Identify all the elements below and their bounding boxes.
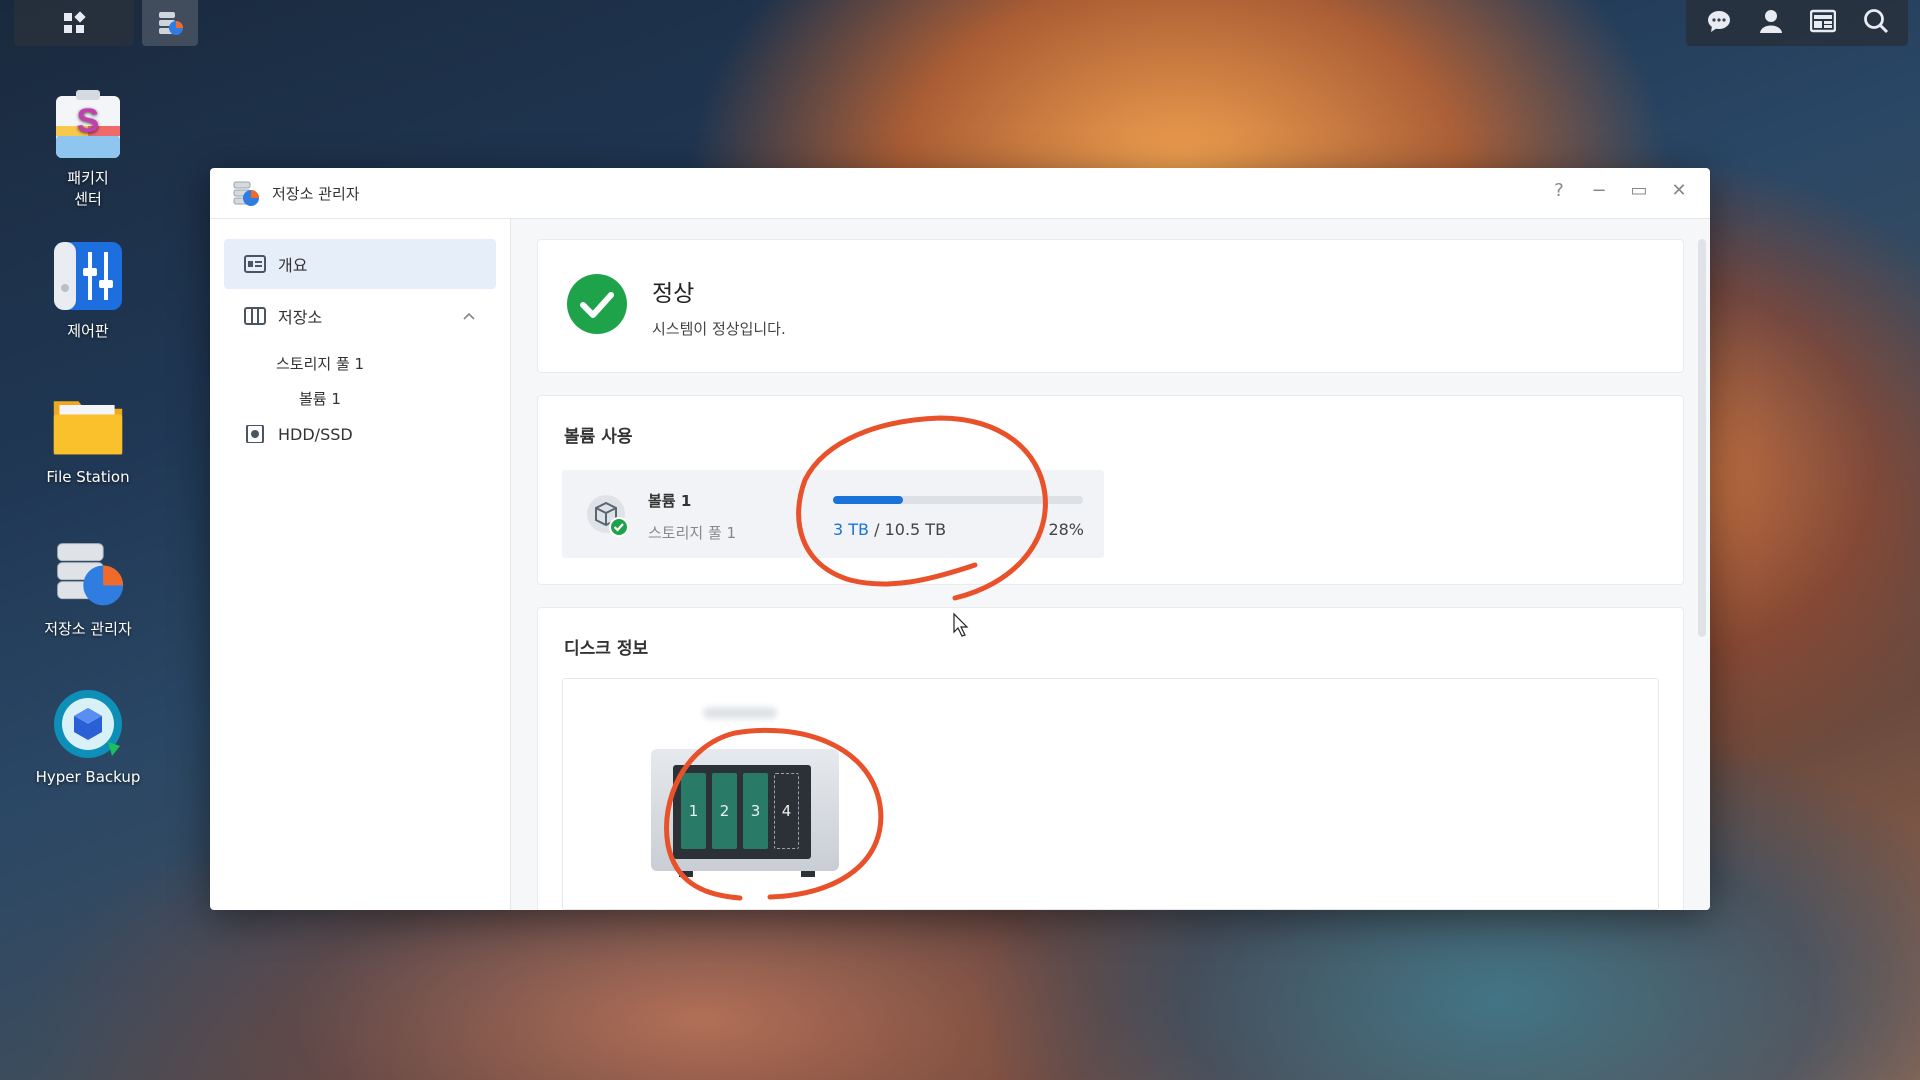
status-title: 정상 xyxy=(652,281,695,307)
desktop-icon-label: 저장소 관리자 xyxy=(44,620,132,638)
usage-separator: / xyxy=(869,520,885,539)
sidebar: 개요 저장소 스토리지 풀 1 볼륨 1 HDD/SSD xyxy=(210,219,511,910)
volume-icon xyxy=(587,495,629,537)
storage-manager-window: 저장소 관리자 ? − ▭ ✕ 개요 저장소 스토리지 풀 1 볼륨 1 HDD… xyxy=(210,168,1710,910)
usage-text: 3 TB / 10.5 TB xyxy=(833,520,946,539)
grid-icon xyxy=(64,11,86,33)
storage-icon xyxy=(244,307,266,325)
device-foot-left xyxy=(679,871,693,877)
close-button[interactable]: ✕ xyxy=(1670,180,1688,201)
chevron-up-icon[interactable] xyxy=(462,311,476,321)
volume-usage-heading: 볼륨 사용 xyxy=(564,427,633,447)
storage-manager-icon xyxy=(50,536,126,612)
storage-manager-icon xyxy=(233,181,259,206)
usage-used: 3 TB xyxy=(833,520,870,539)
volume-row[interactable]: 볼륨 1 스토리지 풀 1 3 TB / 10.5 TB 28% xyxy=(562,470,1104,558)
drive-bay-panel: 1234 xyxy=(673,765,811,859)
check-circle-icon xyxy=(567,274,627,334)
drive-bay-4[interactable]: 4 xyxy=(774,773,799,849)
minimize-button[interactable]: − xyxy=(1590,180,1608,201)
volume-pool-name: 스토리지 풀 1 xyxy=(648,524,737,542)
volume-name: 볼륨 1 xyxy=(648,492,692,510)
drive-bay-2[interactable]: 2 xyxy=(712,773,737,849)
usage-total: 10.5 TB xyxy=(884,520,947,539)
main-content: 정상 시스템이 정상입니다. 볼륨 사용 볼륨 1 스토리지 풀 1 3 TB xyxy=(511,219,1710,910)
sidebar-item-storage[interactable]: 저장소 xyxy=(224,291,496,341)
nas-device[interactable]: 1234 xyxy=(651,749,839,877)
help-button[interactable]: ? xyxy=(1550,180,1568,201)
sidebar-item-label: 개요 xyxy=(278,256,308,275)
control-panel-icon xyxy=(50,238,126,314)
desktop-icon-package-center[interactable]: S 패키지 센터 xyxy=(20,86,156,210)
desktop-icon-label: File Station xyxy=(46,468,130,486)
device-foot-right xyxy=(801,871,815,877)
disk-diagram-panel: 1234 xyxy=(562,678,1659,910)
taskbar-storage-manager-button[interactable] xyxy=(142,0,198,46)
hyper-backup-icon xyxy=(50,686,126,762)
status-message: 시스템이 정상입니다. xyxy=(652,320,786,338)
window-controls: ? − ▭ ✕ xyxy=(1550,180,1688,201)
drive-bays: 1234 xyxy=(673,765,811,857)
desktop-icon-control-panel[interactable]: 제어판 xyxy=(20,238,156,341)
usage-progress-bar xyxy=(833,496,1083,504)
folder-icon xyxy=(50,386,126,462)
overview-icon xyxy=(244,255,266,273)
scrollbar[interactable] xyxy=(1698,239,1706,637)
taskbar-right xyxy=(1686,0,1908,46)
sidebar-item-label: 저장소 xyxy=(278,308,323,327)
chat-icon[interactable] xyxy=(1706,9,1732,37)
blurred-device-name xyxy=(703,707,777,719)
storage-manager-icon xyxy=(159,12,183,35)
window-title: 저장소 관리자 xyxy=(272,184,360,203)
user-icon[interactable] xyxy=(1759,9,1783,37)
usage-progress-fill xyxy=(833,496,903,504)
main-menu-button[interactable] xyxy=(14,0,134,46)
maximize-button[interactable]: ▭ xyxy=(1630,180,1648,201)
svg-text:S: S xyxy=(77,102,100,140)
desktop-icon-label: 제어판 xyxy=(67,322,109,340)
volume-usage-card: 볼륨 사용 볼륨 1 스토리지 풀 1 3 TB / 10.5 TB 28% xyxy=(537,395,1684,585)
sidebar-item-hdd-ssd[interactable]: HDD/SSD xyxy=(224,409,496,459)
hdd-icon xyxy=(246,425,264,443)
desktop-icon-hyper-backup[interactable]: Hyper Backup xyxy=(20,686,156,786)
disk-info-card: 디스크 정보 1234 xyxy=(537,607,1684,910)
taskbar-left xyxy=(14,0,198,46)
sidebar-item-storage-pool[interactable]: 스토리지 풀 1 xyxy=(276,353,364,374)
desktop-icon-file-station[interactable]: File Station xyxy=(20,386,156,486)
desktop-icon-storage-manager[interactable]: 저장소 관리자 xyxy=(20,536,156,639)
sidebar-item-label: HDD/SSD xyxy=(278,424,353,444)
disk-info-heading: 디스크 정보 xyxy=(564,639,649,659)
desktop-icon-label: Hyper Backup xyxy=(35,768,141,786)
drive-bay-3[interactable]: 3 xyxy=(743,773,768,849)
usage-percent: 28% xyxy=(1048,520,1084,539)
drive-bay-1[interactable]: 1 xyxy=(681,773,706,849)
search-icon[interactable] xyxy=(1863,8,1889,38)
status-card: 정상 시스템이 정상입니다. xyxy=(537,239,1684,373)
widgets-icon[interactable] xyxy=(1809,9,1836,37)
sidebar-item-overview[interactable]: 개요 xyxy=(224,239,496,289)
window-titlebar[interactable]: 저장소 관리자 xyxy=(210,168,1710,219)
desktop-icon-label: 패키지 센터 xyxy=(67,169,109,208)
package-center-icon: S xyxy=(50,86,126,162)
sidebar-item-volume[interactable]: 볼륨 1 xyxy=(299,388,341,409)
